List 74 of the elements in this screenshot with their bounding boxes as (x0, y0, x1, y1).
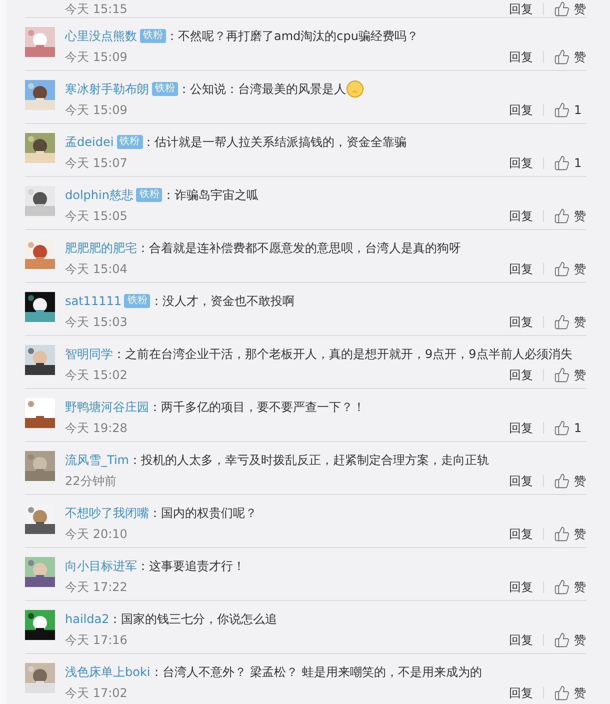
comment-time: 今天 17:22 (65, 579, 128, 596)
reply-link[interactable]: 回复 (509, 260, 533, 278)
comment-text: ：投机的人太多，幸亏及时拨乱反正，赶紧制定合理方案，走向正轨 (128, 452, 489, 469)
reply-link[interactable]: 回复 (509, 631, 533, 649)
comment-time: 今天 15:05 (65, 208, 128, 225)
reply-link[interactable]: 回复 (509, 366, 533, 384)
thumbs-up-icon (554, 685, 570, 701)
comment-text: ：估计就是一帮人拉关系结派搞钱的，资金全靠骗 (142, 134, 407, 151)
like-button[interactable]: 赞 (554, 260, 586, 278)
like-button[interactable]: 赞 (554, 0, 586, 18)
reply-link[interactable]: 回复 (509, 48, 533, 66)
comment-time: 今天 15:02 (65, 367, 128, 384)
reply-link[interactable]: 回复 (509, 154, 533, 172)
like-button[interactable]: 赞 (554, 366, 586, 384)
fan-badge: 铁粉 (116, 135, 143, 149)
thumbs-up-icon (554, 155, 570, 171)
comment-text: ：国内的权贵们呢？ (149, 505, 257, 522)
comment-time: 今天 15:15 (65, 1, 128, 18)
comment-text: ：国家的钱三七分，你说怎么追 (109, 611, 278, 628)
comment-time: 今天 17:16 (65, 632, 128, 649)
reply-link[interactable]: 回复 (509, 472, 533, 490)
thumbs-up-icon (554, 208, 570, 224)
comment-text: ：不然呢？再打磨了amd淘汰的cpu骗经费吗？ (166, 28, 418, 45)
like-button[interactable]: 1 (554, 101, 586, 119)
reply-link[interactable]: 回复 (509, 207, 533, 225)
comment-text: ：合着就是连补偿费都不愿意发的意思呗，台湾人是真的狗呀 (137, 240, 461, 257)
comment-text: ：公知说：台湾最美的风景是人 (178, 81, 346, 98)
comment-text: ：这事要追责才行！ (137, 558, 245, 575)
reply-link[interactable]: 回复 (509, 419, 533, 437)
reply-link[interactable]: 回复 (509, 101, 533, 119)
thumbs-up-icon (554, 367, 570, 383)
like-button[interactable]: 1 (554, 419, 586, 437)
comment-time: 今天 15:09 (65, 49, 128, 66)
comment-time: 今天 15:04 (65, 261, 128, 278)
like-button[interactable]: 赞 (554, 684, 586, 702)
like-button[interactable]: 赞 (554, 631, 586, 649)
like-button[interactable]: 赞 (554, 313, 586, 331)
comment-time: 今天 20:10 (65, 526, 128, 543)
comment-time: 今天 15:09 (65, 102, 128, 119)
like-button[interactable]: 赞 (554, 48, 586, 66)
thumbs-up-icon (554, 102, 570, 118)
comment-text: ：诈骗岛宇宙之呱 (162, 187, 258, 204)
comment-time: 今天 17:02 (65, 685, 128, 702)
thumbs-up-icon (554, 420, 570, 436)
comment-time: 今天 15:07 (65, 155, 128, 172)
thumbs-up-icon (554, 579, 570, 595)
comment-text: ：没人才，资金也不敢投啊 (150, 293, 294, 310)
like-button[interactable]: 1 (554, 154, 586, 172)
thumbs-up-icon (554, 632, 570, 648)
thumbs-up-icon (554, 261, 570, 277)
reply-link[interactable]: 回复 (509, 578, 533, 596)
thumbs-up-icon (554, 49, 570, 65)
fan-badge: 铁粉 (124, 294, 150, 308)
fan-badge: 铁粉 (152, 82, 178, 96)
reply-link[interactable]: 回复 (509, 525, 533, 543)
like-button[interactable]: 赞 (554, 207, 586, 225)
like-button[interactable]: 赞 (554, 472, 586, 490)
reply-link[interactable]: 回复 (509, 313, 533, 331)
comment-time: 22分钟前 (65, 473, 116, 490)
thumbs-up-icon (554, 473, 570, 489)
reply-link[interactable]: 回复 (509, 684, 533, 702)
comment-text: ：两千多亿的项目，要不要严查一下？！ (149, 399, 365, 416)
like-button[interactable]: 赞 (554, 525, 586, 543)
fan-badge: 铁粉 (136, 188, 162, 202)
thumbs-up-icon (554, 526, 570, 542)
reply-link[interactable]: 回复 (509, 0, 533, 18)
thumbs-up-icon (554, 314, 570, 330)
comment-text: ：之前在台湾企业干活，那个老板开人，真的是想开就开，9点开，9点半前人必须消失 (113, 346, 572, 363)
comment-time: 今天 19:28 (65, 420, 128, 437)
like-button[interactable]: 赞 (554, 578, 586, 596)
comment-time: 今天 15:03 (65, 314, 128, 331)
thumbs-up-icon (554, 1, 570, 17)
comment-text: ：台湾人不意外？ 梁孟松？ 蛙是用来嘲笑的，不是用来成为的 (150, 664, 482, 681)
fan-badge: 铁粉 (140, 29, 166, 43)
